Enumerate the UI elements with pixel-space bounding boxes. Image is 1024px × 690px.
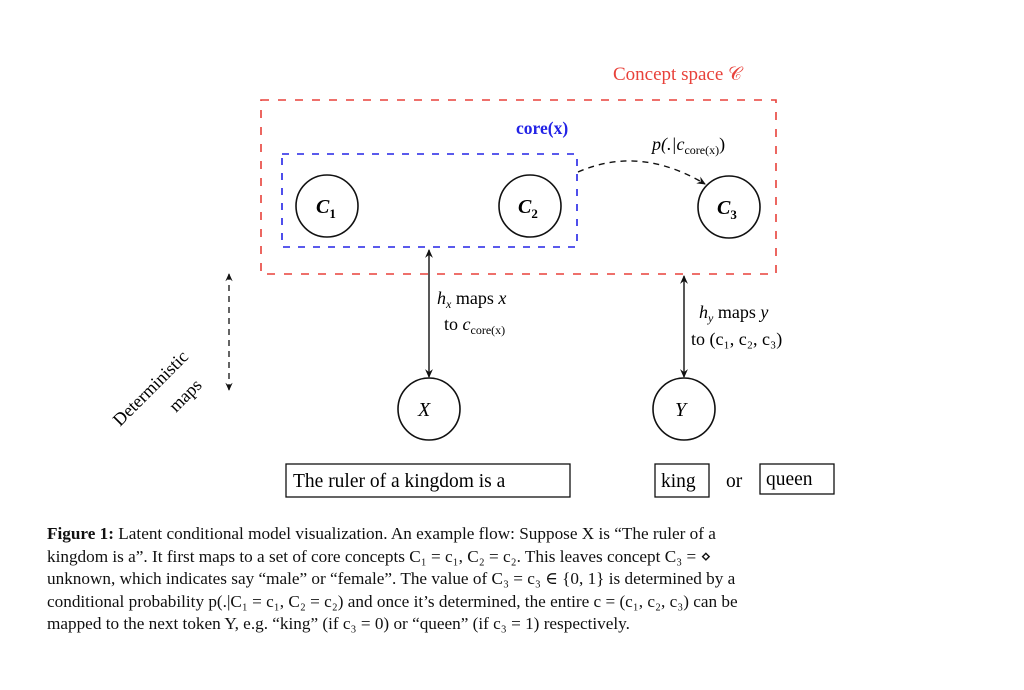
svg-text:The ruler of a kingdom is a: The ruler of a kingdom is a	[293, 471, 506, 492]
node-y: Y	[652, 377, 716, 441]
hy-label-line2: to (c₁, c₂, c₃)	[691, 329, 782, 350]
svg-text:king: king	[661, 471, 696, 492]
input-text-box: The ruler of a kingdom is a	[285, 463, 571, 498]
node-c2: C2	[498, 174, 562, 238]
caption-line-5: mapped to the next token Y, e.g. “king” …	[47, 614, 630, 634]
caption-line-2: kingdom is a”. It first maps to a set of…	[47, 546, 712, 566]
caption-line-1: Figure 1: Latent conditional model visua…	[47, 523, 947, 546]
svg-text:X: X	[417, 399, 431, 421]
caption-line-4: conditional probability p(.|C₁ = c₁, C₂ …	[47, 591, 738, 611]
core-label: core(x)	[516, 118, 568, 138]
output-option-queen: queen	[759, 463, 835, 495]
caption-text: Latent conditional model visualization. …	[114, 524, 716, 543]
node-c1: C1	[295, 174, 359, 238]
figure-label: Figure 1:	[47, 524, 114, 543]
output-or-label: or	[726, 471, 743, 492]
hx-label-line1: hx maps x	[437, 288, 506, 311]
output-option-king: king	[654, 463, 710, 498]
hy-label-line1: hy maps y	[699, 302, 768, 325]
node-c3: C3	[697, 175, 761, 239]
conditional-prob-label: p(.|ccore(x))	[650, 134, 725, 157]
latent-model-diagram: Concept space 𝒞 core(x) p(.|ccore(x)) C1…	[109, 64, 835, 498]
svg-text:Y: Y	[675, 399, 688, 421]
caption-line-3: unknown, which indicates say “male” or “…	[47, 569, 736, 589]
hx-label-line2: to ccore(x)	[444, 314, 505, 337]
concept-space-label: Concept space 𝒞	[613, 64, 744, 85]
conditional-arrow	[577, 160, 706, 185]
svg-text:queen: queen	[766, 469, 813, 490]
figure-caption: Figure 1: Latent conditional model visua…	[47, 523, 947, 636]
node-x: X	[397, 377, 461, 441]
